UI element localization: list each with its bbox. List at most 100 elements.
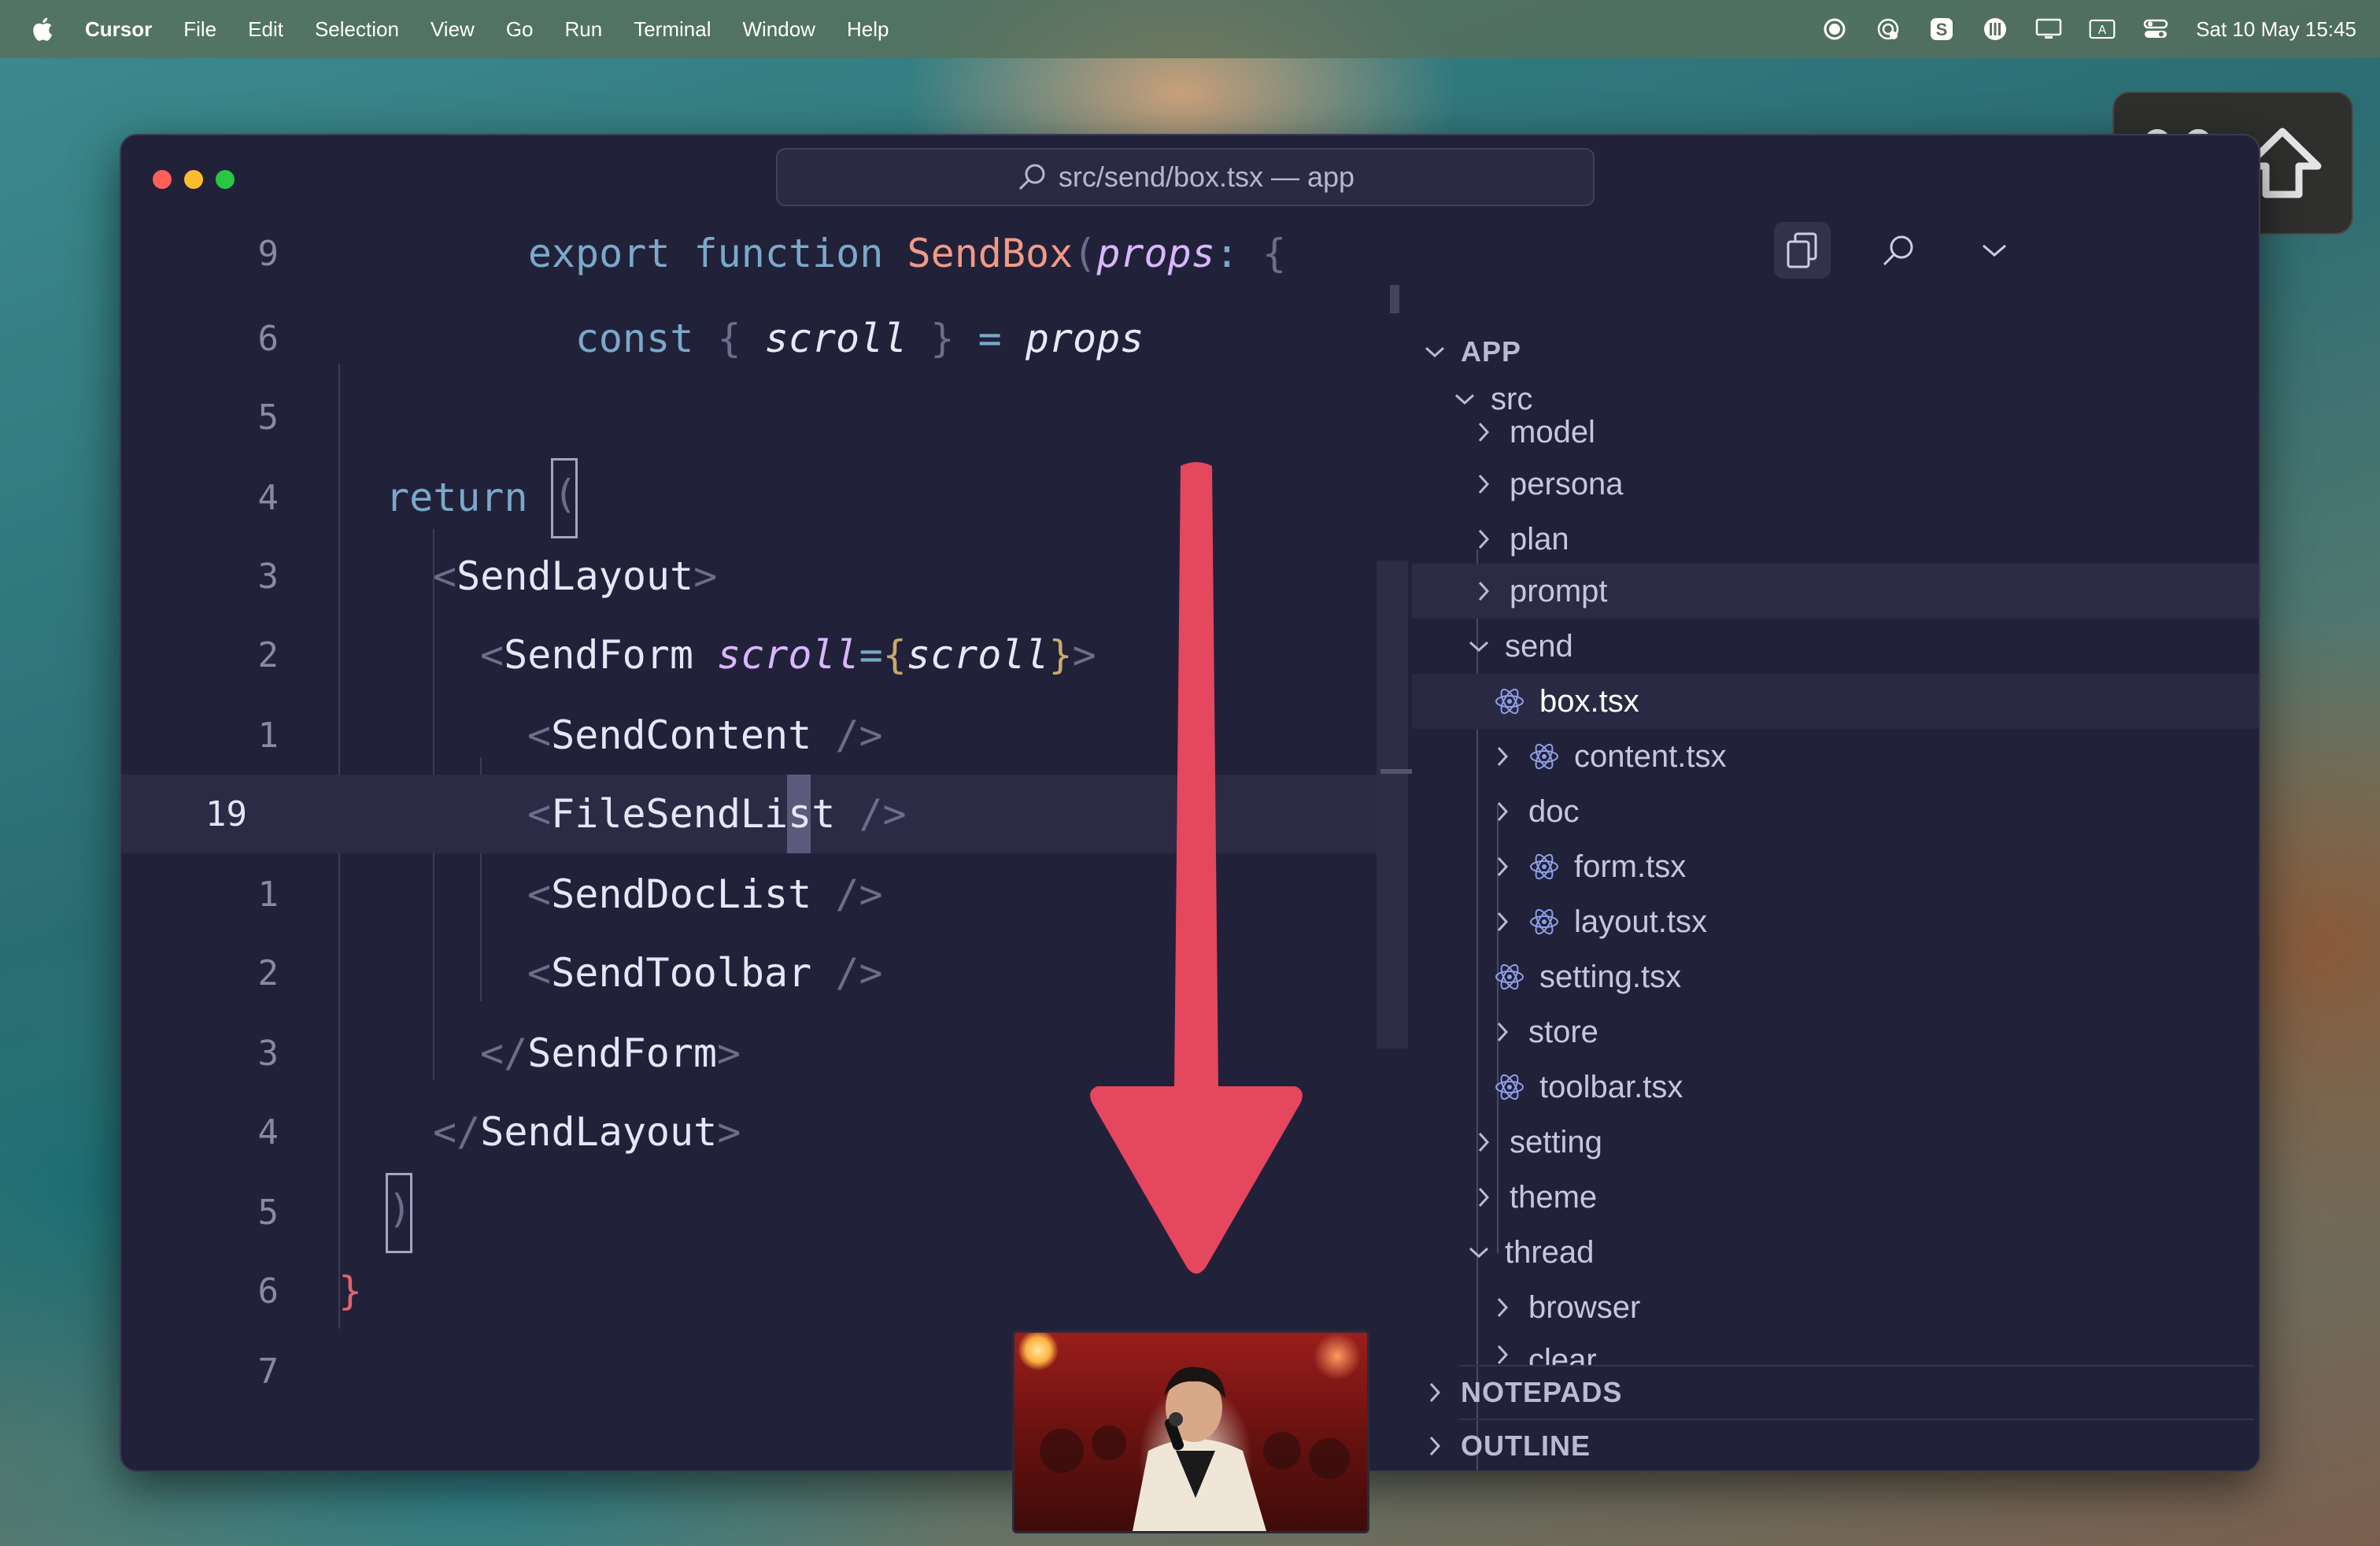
tree-item-label: thread bbox=[1505, 1234, 1595, 1270]
bars-app-icon[interactable] bbox=[1982, 16, 2009, 43]
code-token: /> bbox=[835, 791, 907, 837]
fingerprint-icon[interactable] bbox=[1875, 16, 1901, 43]
code-token: /> bbox=[811, 712, 883, 758]
line-number: 2 bbox=[257, 634, 279, 675]
react-icon bbox=[1494, 686, 1525, 717]
svg-text:S: S bbox=[1936, 20, 1948, 39]
menu-help[interactable]: Help bbox=[847, 17, 889, 42]
video-thumbnail[interactable] bbox=[1012, 1330, 1369, 1533]
line-number-current: 19 bbox=[205, 793, 247, 834]
menu-selection[interactable]: Selection bbox=[315, 17, 399, 42]
chevron-right-icon bbox=[1472, 527, 1495, 551]
code-token: SendForm bbox=[527, 1030, 718, 1076]
code-token: </ bbox=[480, 1030, 528, 1076]
tree-item-browser[interactable]: browser bbox=[1412, 1280, 2259, 1335]
apple-icon[interactable] bbox=[30, 16, 54, 43]
bracket-match-highlight: ) bbox=[386, 1173, 412, 1253]
line-number: 3 bbox=[257, 556, 279, 597]
code-token: SendForm bbox=[504, 632, 718, 678]
tree-item-toolbar-tsx[interactable]: toolbar.tsx bbox=[1412, 1060, 2259, 1115]
display-icon[interactable] bbox=[2035, 16, 2062, 43]
more-views-dropdown[interactable] bbox=[1966, 222, 2023, 279]
code-token: { bbox=[1262, 231, 1287, 276]
tree-item-theme[interactable]: theme bbox=[1412, 1170, 2259, 1225]
tree-item-label: model bbox=[1510, 414, 1595, 449]
control-center-icon[interactable] bbox=[2142, 16, 2169, 43]
s-app-icon[interactable]: S bbox=[1928, 16, 1955, 43]
tree-item-store[interactable]: store bbox=[1412, 1004, 2259, 1060]
code-token: < bbox=[527, 791, 552, 837]
menu-run[interactable]: Run bbox=[565, 17, 603, 42]
section-notepads[interactable]: NOTEPADS bbox=[1412, 1368, 2259, 1417]
tree-item-label: doc bbox=[1528, 793, 1580, 829]
menu-edit[interactable]: Edit bbox=[248, 17, 283, 42]
close-button[interactable] bbox=[153, 170, 172, 189]
code-token: scroll bbox=[717, 632, 859, 678]
react-icon bbox=[1528, 851, 1560, 882]
section-app[interactable]: APP bbox=[1412, 324, 2259, 379]
menu-view[interactable]: View bbox=[431, 17, 475, 42]
chevron-right-icon bbox=[1491, 1296, 1514, 1319]
menubar-clock[interactable]: Sat 10 May 15:45 bbox=[2196, 17, 2356, 42]
code-token: ) bbox=[388, 1186, 412, 1232]
tree-item-model[interactable]: model bbox=[1412, 403, 2259, 461]
tree-item-thread[interactable]: thread bbox=[1412, 1225, 2259, 1280]
tree-item-setting-tsx[interactable]: setting.tsx bbox=[1412, 949, 2259, 1004]
minimize-button[interactable] bbox=[184, 170, 203, 189]
section-label: APP bbox=[1461, 335, 1522, 368]
down-arrow-icon bbox=[1090, 462, 1303, 1274]
editor-scrollbar[interactable] bbox=[1377, 560, 1408, 1049]
record-icon[interactable] bbox=[1821, 16, 1848, 43]
tree-item-setting[interactable]: setting bbox=[1412, 1115, 2259, 1170]
menu-go[interactable]: Go bbox=[506, 17, 534, 42]
code-token: SendLayout bbox=[456, 553, 694, 599]
tree-item-prompt[interactable]: prompt bbox=[1412, 564, 2259, 619]
tree-item-box-tsx[interactable]: box.tsx bbox=[1412, 674, 2259, 729]
tree-item-plan[interactable]: plan bbox=[1412, 512, 2259, 567]
section-outline[interactable]: OUTLINE bbox=[1412, 1422, 2259, 1470]
chevron-right-icon bbox=[1491, 910, 1514, 934]
tree-item-send[interactable]: send bbox=[1412, 619, 2259, 674]
code-token: props bbox=[1025, 316, 1144, 361]
code-token: < bbox=[433, 553, 457, 599]
tree-item-doc[interactable]: doc bbox=[1412, 784, 2259, 839]
tree-item-label: content.tsx bbox=[1574, 738, 1727, 774]
line-number: 1 bbox=[257, 874, 279, 915]
line-number: 3 bbox=[257, 1033, 279, 1074]
zoom-button[interactable] bbox=[216, 170, 235, 189]
react-icon bbox=[1494, 961, 1525, 993]
menu-cursor[interactable]: Cursor bbox=[85, 17, 152, 42]
line-number: 5 bbox=[257, 397, 279, 438]
tree-item-label: store bbox=[1528, 1014, 1598, 1049]
singer-image bbox=[1040, 1367, 1350, 1531]
tree-item-persona[interactable]: persona bbox=[1412, 457, 2259, 512]
line-number: 6 bbox=[257, 1270, 279, 1311]
line-number: 4 bbox=[257, 477, 279, 518]
code-token: </ bbox=[433, 1109, 481, 1155]
code-token: scroll bbox=[906, 632, 1049, 678]
explorer-tab[interactable] bbox=[1774, 222, 1831, 279]
tree-item-content-tsx[interactable]: content.tsx bbox=[1412, 729, 2259, 784]
input-source-icon[interactable]: A bbox=[2089, 16, 2116, 43]
tree-item-label: theme bbox=[1510, 1179, 1598, 1215]
code-token: /> bbox=[811, 871, 883, 917]
code-token: ( bbox=[553, 472, 578, 517]
menu-window[interactable]: Window bbox=[742, 17, 815, 42]
chevron-right-icon bbox=[1491, 800, 1514, 823]
code-line: 5 bbox=[121, 378, 1380, 457]
tree-item-clear[interactable]: clear bbox=[1412, 1332, 2259, 1367]
menu-terminal[interactable]: Terminal bbox=[634, 17, 711, 42]
chevron-right-icon bbox=[1423, 1381, 1447, 1404]
react-icon bbox=[1494, 1071, 1525, 1103]
chevron-down-icon bbox=[1467, 1241, 1491, 1264]
code-token: const bbox=[575, 316, 694, 361]
menu-file[interactable]: File bbox=[183, 17, 216, 42]
tree-item-form-tsx[interactable]: form.tsx bbox=[1412, 839, 2259, 894]
section-label: OUTLINE bbox=[1461, 1429, 1591, 1462]
code-token: < bbox=[480, 632, 504, 678]
code-token: { bbox=[693, 316, 765, 361]
search-tab[interactable] bbox=[1870, 222, 1927, 279]
sidebar-toolbar bbox=[1774, 222, 2023, 279]
tree-item-layout-tsx[interactable]: layout.tsx bbox=[1412, 894, 2259, 949]
code-token: SendToolbar bbox=[551, 950, 812, 996]
